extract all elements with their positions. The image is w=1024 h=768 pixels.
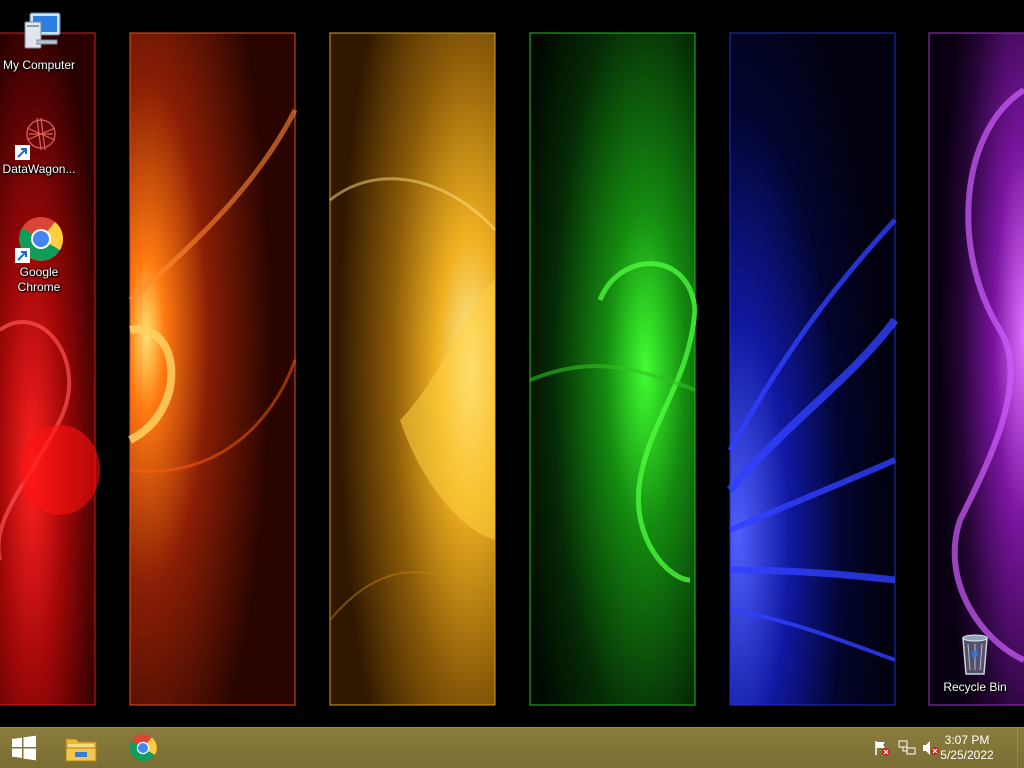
wallpaper-panel-blue bbox=[729, 32, 896, 706]
taskbar: 3:07 PM 5/25/2022 bbox=[0, 727, 1024, 768]
chrome-icon bbox=[129, 734, 157, 762]
desktop-icon-recycle-bin[interactable]: Recycle Bin bbox=[936, 630, 1014, 695]
action-center-flag-icon[interactable] bbox=[873, 740, 891, 756]
my-computer-icon bbox=[15, 8, 63, 56]
folder-icon bbox=[65, 738, 97, 762]
desktop-wallpaper bbox=[0, 0, 1024, 727]
recycle-bin-icon bbox=[951, 630, 999, 678]
desktop-icon-label: DataWagon... bbox=[2, 162, 76, 176]
chrome-icon bbox=[15, 215, 63, 263]
desktop-icon-google-chrome[interactable]: Google Chrome bbox=[0, 215, 78, 295]
clock-date: 5/25/2022 bbox=[940, 748, 994, 762]
file-explorer-taskbar-button[interactable] bbox=[56, 728, 106, 768]
datawagon-icon bbox=[15, 112, 63, 160]
desktop-icon-my-computer[interactable]: My Computer bbox=[0, 8, 78, 73]
desktop-icon-datawagon[interactable]: DataWagon... bbox=[0, 112, 78, 177]
windows-logo-icon bbox=[12, 735, 36, 761]
show-desktop-button[interactable] bbox=[1017, 728, 1024, 768]
wallpaper-panel-orange bbox=[129, 32, 296, 706]
clock-time: 3:07 PM bbox=[944, 733, 990, 747]
desktop-icon-label: My Computer bbox=[2, 58, 76, 72]
shortcut-arrow-icon bbox=[15, 248, 30, 263]
taskbar-clock[interactable]: 3:07 PM 5/25/2022 bbox=[932, 733, 1002, 763]
chrome-taskbar-button[interactable] bbox=[118, 728, 168, 768]
network-icon[interactable] bbox=[898, 740, 916, 756]
start-button[interactable] bbox=[0, 728, 48, 768]
desktop-icon-label: Google Chrome bbox=[17, 265, 61, 294]
shortcut-arrow-icon bbox=[15, 145, 30, 160]
desktop-icon-label: Recycle Bin bbox=[943, 680, 1007, 694]
